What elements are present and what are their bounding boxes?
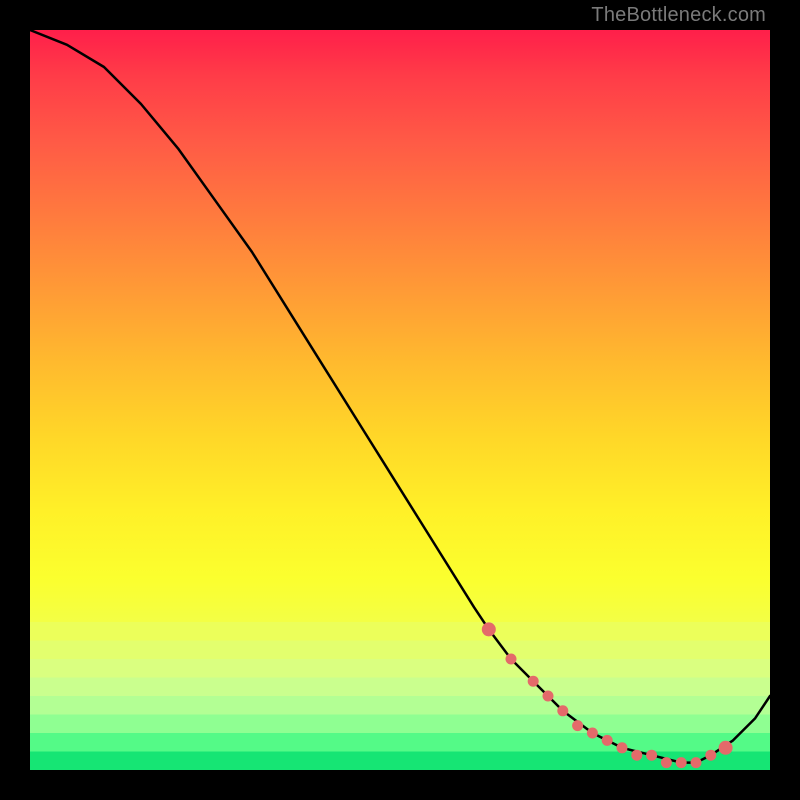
trough-dot bbox=[676, 757, 687, 768]
curve-layer bbox=[30, 30, 770, 770]
trough-dot bbox=[587, 728, 598, 739]
trough-dot bbox=[602, 735, 613, 746]
trough-dot bbox=[691, 757, 702, 768]
trough-dot bbox=[543, 691, 554, 702]
watermark-text: TheBottleneck.com bbox=[591, 4, 766, 27]
chart-frame: TheBottleneck.com bbox=[0, 0, 800, 800]
trough-dot bbox=[719, 741, 733, 755]
chart-plot-area bbox=[30, 30, 770, 770]
trough-dot bbox=[557, 705, 568, 716]
trough-dot bbox=[506, 654, 517, 665]
trough-dot bbox=[482, 622, 496, 636]
trough-dot bbox=[646, 750, 657, 761]
trough-dot bbox=[617, 742, 628, 753]
trough-dot bbox=[631, 750, 642, 761]
bottleneck-curve bbox=[30, 30, 770, 763]
trough-dots bbox=[482, 622, 733, 768]
trough-dot bbox=[705, 750, 716, 761]
trough-dot bbox=[572, 720, 583, 731]
trough-dot bbox=[528, 676, 539, 687]
trough-dot bbox=[661, 757, 672, 768]
